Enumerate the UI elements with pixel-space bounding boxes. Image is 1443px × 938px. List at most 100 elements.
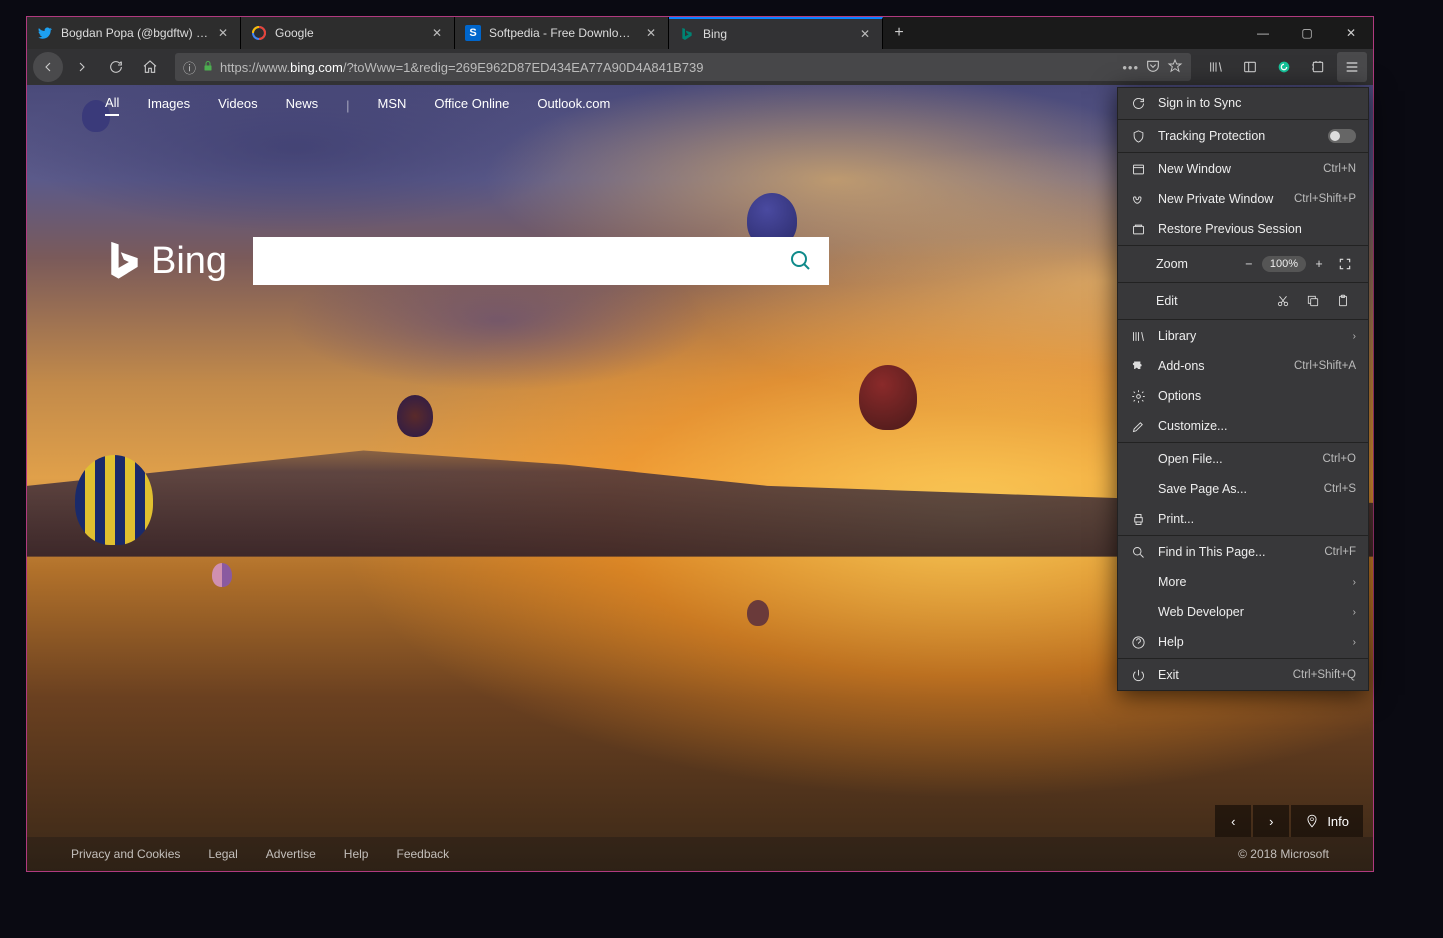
search-input[interactable] <box>267 237 781 285</box>
close-icon[interactable]: ✕ <box>216 26 230 40</box>
back-button[interactable] <box>33 52 63 82</box>
menu-help[interactable]: Help › <box>1118 627 1368 657</box>
toolbar-right <box>1201 52 1367 82</box>
menu-private-window[interactable]: New Private Window Ctrl+Shift+P <box>1118 184 1368 214</box>
sync-icon <box>1130 95 1146 111</box>
bookmark-star-icon[interactable] <box>1167 58 1183 77</box>
nav-office[interactable]: Office Online <box>434 96 509 115</box>
window-controls: — ▢ ✕ <box>1241 17 1373 49</box>
menu-edit: Edit <box>1118 284 1368 318</box>
menu-label: Restore Previous Session <box>1158 222 1356 236</box>
tracking-toggle[interactable] <box>1328 129 1356 143</box>
footer-feedback[interactable]: Feedback <box>396 847 449 861</box>
cut-button[interactable] <box>1268 290 1298 312</box>
forward-button[interactable] <box>67 52 97 82</box>
tab-twitter[interactable]: Bogdan Popa (@bgdftw) | Twit ✕ <box>27 17 241 49</box>
paste-button[interactable] <box>1328 290 1358 312</box>
edit-label: Edit <box>1156 294 1268 308</box>
screenshot-icon[interactable] <box>1303 52 1333 82</box>
menu-label: Tracking Protection <box>1158 129 1316 143</box>
tab-google[interactable]: Google ✕ <box>241 17 455 49</box>
menu-label: Sign in to Sync <box>1158 96 1356 110</box>
chevron-right-icon: › <box>1353 637 1356 648</box>
menu-library[interactable]: Library › <box>1118 321 1368 351</box>
info-icon[interactable]: ⓘ <box>183 58 196 77</box>
nav-videos[interactable]: Videos <box>218 96 258 115</box>
library-icon[interactable] <box>1201 52 1231 82</box>
search-button[interactable] <box>781 241 821 281</box>
nav-images[interactable]: Images <box>147 96 190 115</box>
copy-button[interactable] <box>1298 290 1328 312</box>
close-icon[interactable]: ✕ <box>858 27 872 41</box>
footer-legal[interactable]: Legal <box>208 847 237 861</box>
zoom-out-button[interactable]: − <box>1236 253 1262 275</box>
menu-exit[interactable]: Exit Ctrl+Shift+Q <box>1118 660 1368 690</box>
menu-webdev[interactable]: Web Developer › <box>1118 597 1368 627</box>
lock-icon <box>202 59 214 76</box>
menu-label: Library <box>1158 329 1341 343</box>
menu-label: Web Developer <box>1158 605 1341 619</box>
sidebar-icon[interactable] <box>1235 52 1265 82</box>
balloon-decoration <box>212 563 232 587</box>
menu-open-file[interactable]: Open File... Ctrl+O <box>1118 444 1368 474</box>
bing-footer: Privacy and Cookies Legal Advertise Help… <box>27 837 1373 871</box>
softpedia-icon: S <box>465 25 481 41</box>
google-icon <box>251 25 267 41</box>
nav-outlook[interactable]: Outlook.com <box>537 96 610 115</box>
tab-title: Google <box>275 26 422 40</box>
menu-options[interactable]: Options <box>1118 381 1368 411</box>
footer-privacy[interactable]: Privacy and Cookies <box>71 847 180 861</box>
grammarly-icon[interactable] <box>1269 52 1299 82</box>
balloon-decoration <box>75 455 153 545</box>
hero-prev-button[interactable]: ‹ <box>1215 805 1251 837</box>
menu-sign-in[interactable]: Sign in to Sync <box>1118 88 1368 118</box>
menu-shortcut: Ctrl+Shift+P <box>1294 193 1356 205</box>
nav-news[interactable]: News <box>286 96 319 115</box>
blank-icon <box>1130 574 1146 590</box>
shield-icon <box>1130 128 1146 144</box>
menu-restore-session[interactable]: Restore Previous Session <box>1118 214 1368 244</box>
hero-next-button[interactable]: › <box>1253 805 1289 837</box>
close-window-button[interactable]: ✕ <box>1329 17 1373 49</box>
minimize-button[interactable]: — <box>1241 17 1285 49</box>
close-icon[interactable]: ✕ <box>430 26 444 40</box>
menu-addons[interactable]: Add-ons Ctrl+Shift+A <box>1118 351 1368 381</box>
maximize-button[interactable]: ▢ <box>1285 17 1329 49</box>
hero-info-bar: ‹ › Info <box>1215 805 1363 837</box>
menu-label: New Private Window <box>1158 192 1282 206</box>
menu-label: Open File... <box>1158 452 1310 466</box>
bing-search-area: Bing <box>105 237 829 285</box>
paint-icon <box>1130 418 1146 434</box>
menu-more[interactable]: More › <box>1118 567 1368 597</box>
footer-help[interactable]: Help <box>344 847 369 861</box>
tab-title: Bogdan Popa (@bgdftw) | Twit <box>61 26 208 40</box>
hamburger-menu-button[interactable] <box>1337 52 1367 82</box>
zoom-in-button[interactable]: + <box>1306 253 1332 275</box>
tab-bing[interactable]: Bing ✕ <box>669 17 883 49</box>
new-tab-button[interactable]: + <box>883 17 915 49</box>
menu-new-window[interactable]: New Window Ctrl+N <box>1118 154 1368 184</box>
balloon-decoration <box>859 365 917 430</box>
zoom-value: 100% <box>1262 256 1306 272</box>
page-actions-icon[interactable]: ••• <box>1122 60 1139 75</box>
menu-customize[interactable]: Customize... <box>1118 411 1368 441</box>
reload-button[interactable] <box>101 52 131 82</box>
footer-advertise[interactable]: Advertise <box>266 847 316 861</box>
menu-save-page[interactable]: Save Page As... Ctrl+S <box>1118 474 1368 504</box>
fullscreen-button[interactable] <box>1332 253 1358 275</box>
tab-title: Bing <box>703 27 850 41</box>
menu-tracking[interactable]: Tracking Protection <box>1118 121 1368 151</box>
tab-softpedia[interactable]: S Softpedia - Free Downloads En ✕ <box>455 17 669 49</box>
nav-all[interactable]: All <box>105 95 119 116</box>
hero-info-button[interactable]: Info <box>1291 805 1363 837</box>
pocket-icon[interactable] <box>1145 58 1161 77</box>
close-icon[interactable]: ✕ <box>644 26 658 40</box>
menu-find[interactable]: Find in This Page... Ctrl+F <box>1118 537 1368 567</box>
nav-msn[interactable]: MSN <box>378 96 407 115</box>
home-button[interactable] <box>135 52 165 82</box>
menu-print[interactable]: Print... <box>1118 504 1368 534</box>
menu-shortcut: Ctrl+Shift+A <box>1294 360 1356 372</box>
menu-label: Add-ons <box>1158 359 1282 373</box>
url-bar[interactable]: ⓘ https://www.bing.com/?toWww=1&redig=26… <box>175 53 1191 81</box>
browser-window: Bogdan Popa (@bgdftw) | Twit ✕ Google ✕ … <box>26 16 1374 872</box>
